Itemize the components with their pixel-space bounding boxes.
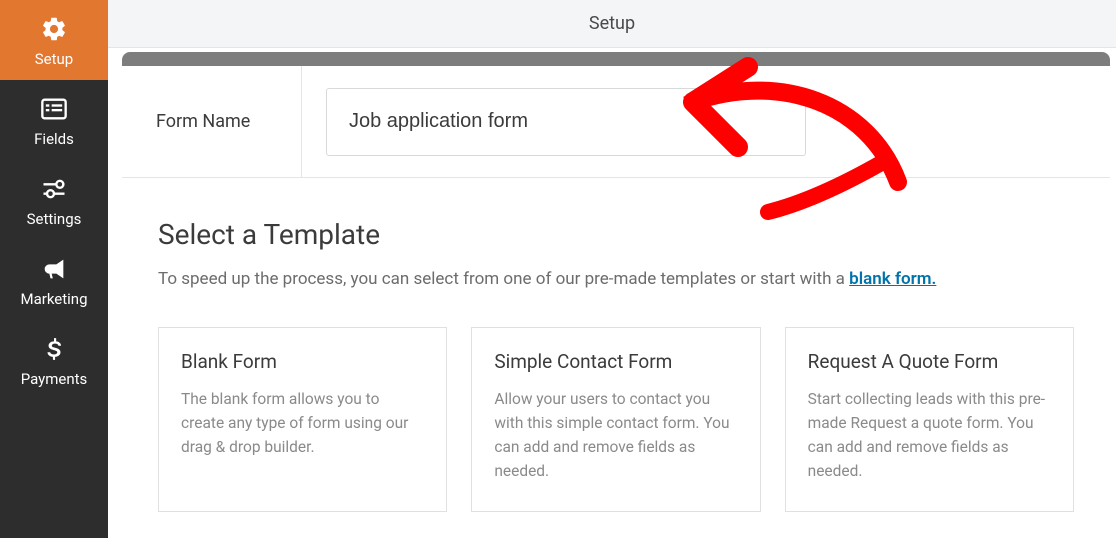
- template-card-simple-contact-form[interactable]: Simple Contact Form Allow your users to …: [471, 327, 760, 512]
- template-desc-text: To speed up the process, you can select …: [158, 269, 849, 289]
- bullhorn-icon: [39, 254, 69, 284]
- sidebar-item-setup[interactable]: Setup: [0, 0, 108, 80]
- page-header: Setup: [108, 0, 1116, 48]
- template-section: Select a Template To speed up the proces…: [122, 178, 1110, 512]
- sidebar-item-marketing[interactable]: Marketing: [0, 240, 108, 320]
- template-card-title: Blank Form: [181, 350, 424, 373]
- blank-form-link[interactable]: blank form.: [849, 269, 936, 289]
- template-card-desc: The blank form allows you to create any …: [181, 387, 424, 459]
- sidebar-nav: Setup Fields Settings Marketing Payments: [0, 0, 108, 538]
- template-card-title: Request A Quote Form: [808, 350, 1051, 373]
- page-title: Setup: [589, 13, 635, 34]
- sidebar-item-label: Payments: [21, 370, 88, 388]
- dollar-icon: [39, 334, 69, 364]
- template-card-desc: Allow your users to contact you with thi…: [494, 387, 737, 483]
- form-name-label-text: Form Name: [156, 111, 250, 132]
- main-area: Setup Form Name Select a Template To spe…: [108, 0, 1116, 538]
- template-grid: Blank Form The blank form allows you to …: [158, 327, 1074, 512]
- form-name-input-cell: [302, 88, 1110, 156]
- sidebar-item-label: Marketing: [20, 290, 87, 308]
- template-card-desc: Start collecting leads with this pre-mad…: [808, 387, 1051, 483]
- sidebar-item-settings[interactable]: Settings: [0, 160, 108, 240]
- content-panel: Form Name Select a Template To speed up …: [122, 66, 1110, 512]
- sliders-icon: [39, 174, 69, 204]
- sidebar-item-label: Setup: [35, 50, 73, 68]
- template-card-title: Simple Contact Form: [494, 350, 737, 373]
- sidebar-item-label: Fields: [34, 130, 74, 148]
- gear-icon: [39, 14, 69, 44]
- sidebar-item-payments[interactable]: Payments: [0, 320, 108, 400]
- list-icon: [39, 94, 69, 124]
- template-card-request-a-quote-form[interactable]: Request A Quote Form Start collecting le…: [785, 327, 1074, 512]
- sidebar-item-label: Settings: [27, 210, 82, 228]
- form-name-label: Form Name: [122, 66, 302, 177]
- template-heading: Select a Template: [158, 218, 1074, 251]
- template-description: To speed up the process, you can select …: [158, 269, 1074, 289]
- panel-top-edge: [122, 52, 1110, 66]
- template-card-blank-form[interactable]: Blank Form The blank form allows you to …: [158, 327, 447, 512]
- form-name-row: Form Name: [122, 66, 1110, 178]
- form-name-input[interactable]: [326, 88, 806, 156]
- sidebar-item-fields[interactable]: Fields: [0, 80, 108, 160]
